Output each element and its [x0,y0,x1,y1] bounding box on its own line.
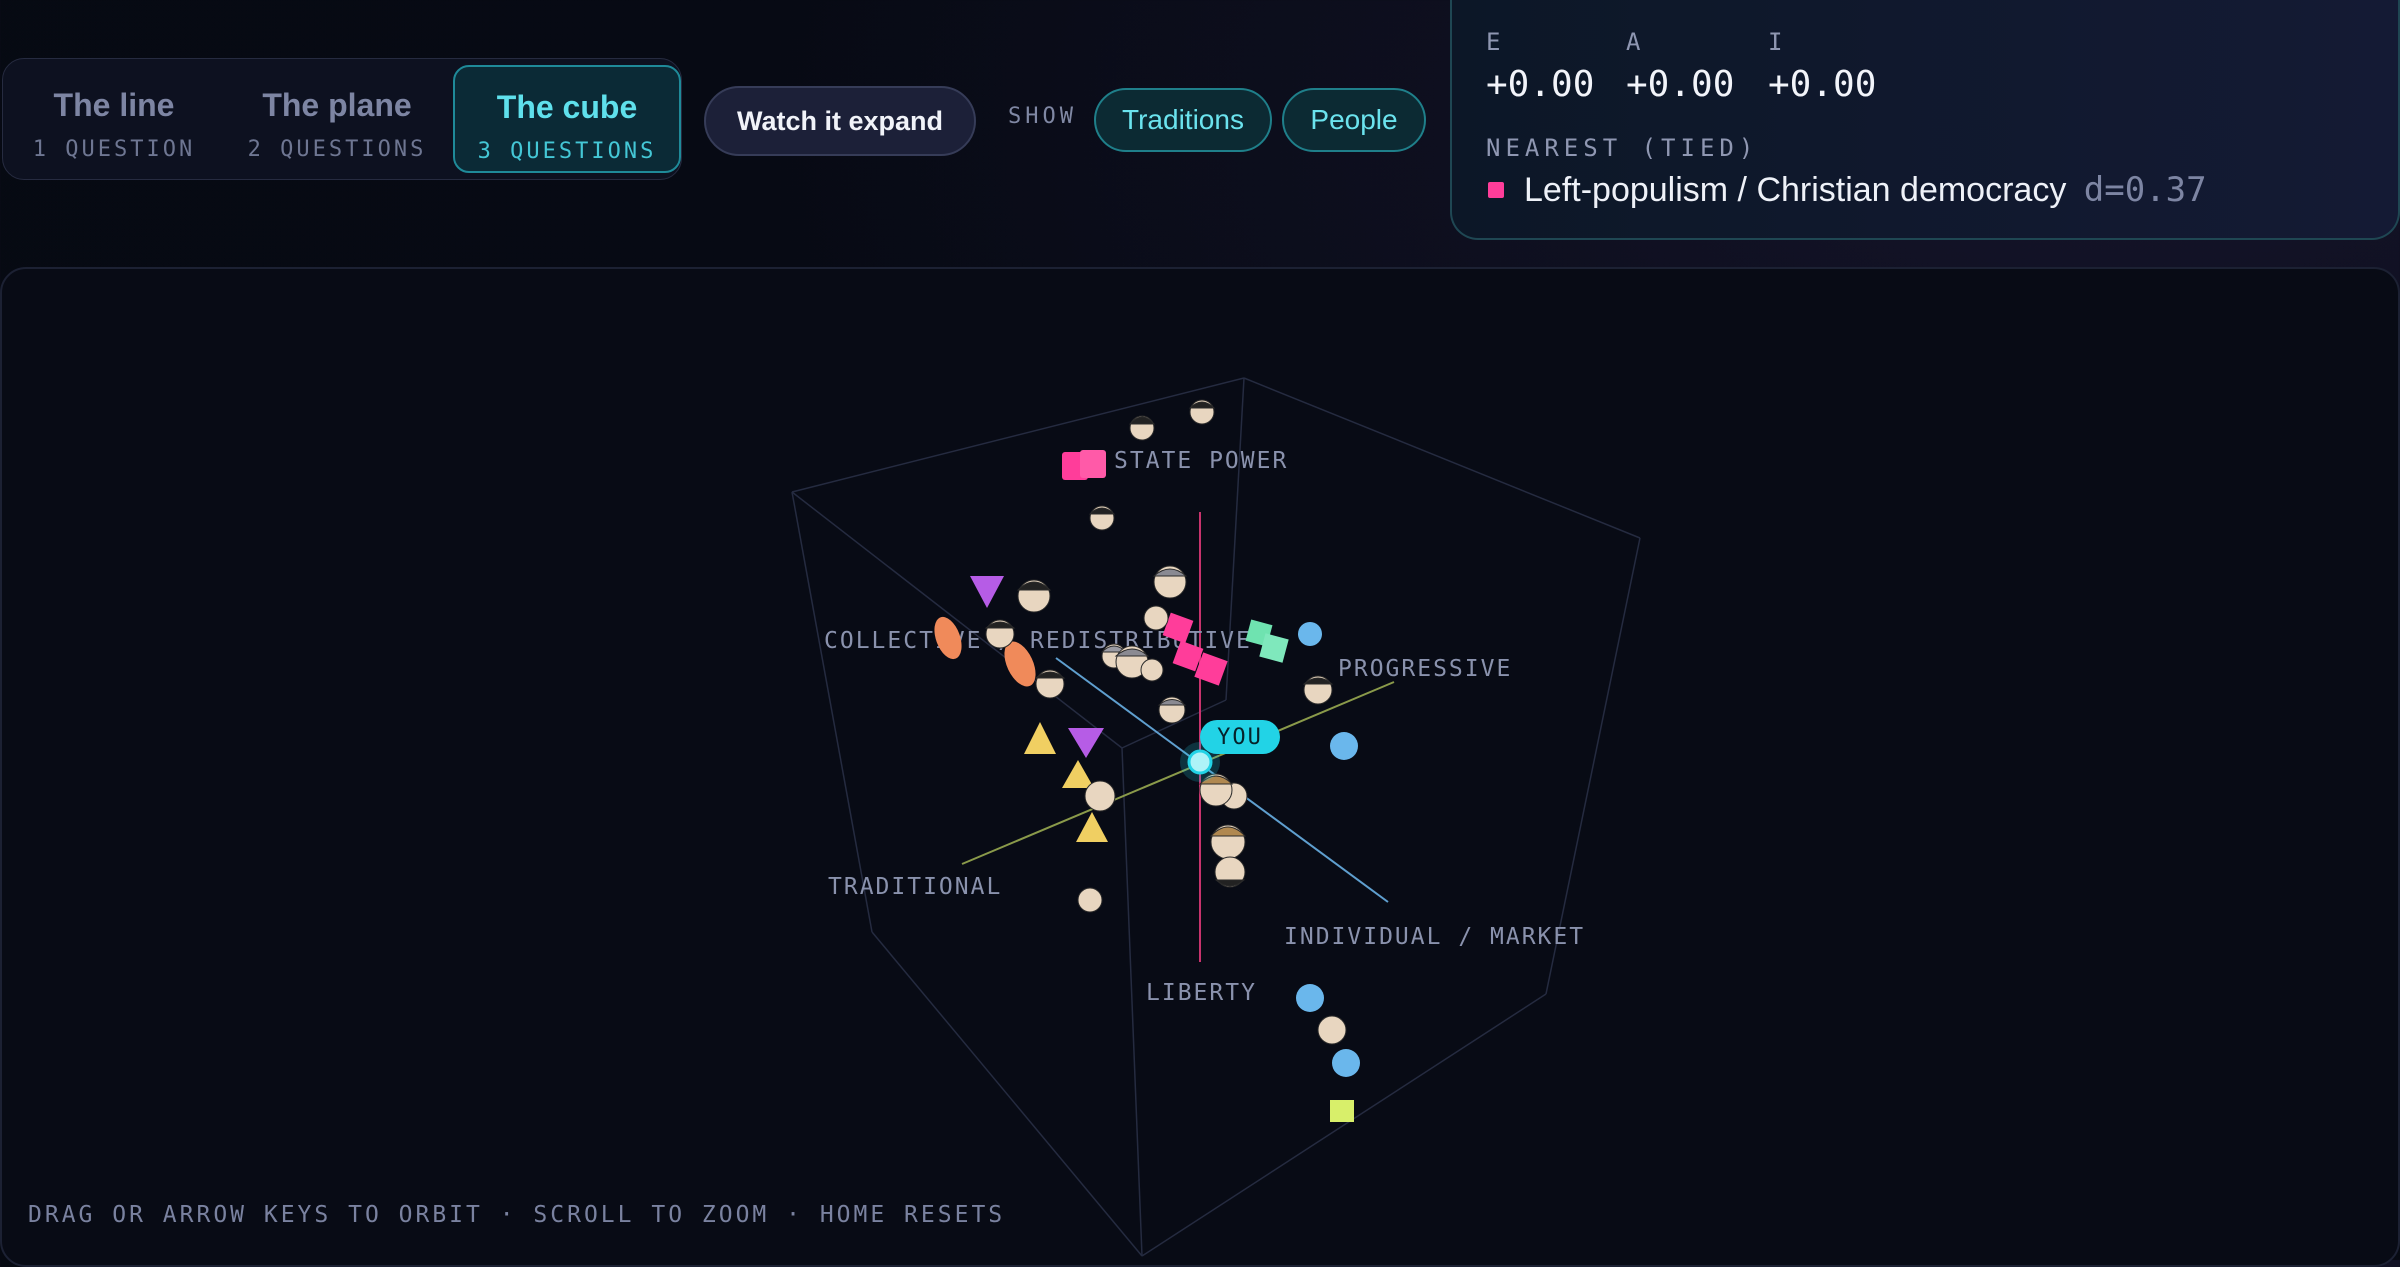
person-marker[interactable] [1084,780,1116,812]
controls-hint: DRAG OR ARROW KEYS TO ORBIT · SCROLL TO … [28,1202,1006,1228]
person-marker[interactable] [1317,1015,1347,1045]
axis-label-individual: INDIVIDUAL / MARKET [1284,924,1585,950]
axis-label-liberty: LIBERTY [1146,980,1257,1006]
person-marker[interactable] [1209,824,1247,860]
person-marker[interactable] [1214,856,1246,888]
cube-scene: STATE POWER LIBERTY COLLECTIVE / REDISTR… [791,377,1641,1257]
axis-label-progressive: PROGRESSIVE [1338,656,1512,682]
person-marker[interactable] [1034,669,1066,699]
you-marker[interactable]: YOU [1180,720,1280,782]
tradition-pyramid-marker[interactable] [1024,722,1056,754]
cube-wireframe [791,377,1641,1257]
person-marker[interactable] [1143,605,1169,631]
person-marker[interactable] [1302,675,1334,705]
tradition-sphere-marker[interactable] [1298,622,1322,646]
tradition-cube-marker[interactable] [1330,1100,1354,1122]
axis-label-traditional: TRADITIONAL [828,874,1002,900]
person-marker[interactable] [1088,505,1116,531]
tradition-cube-marker[interactable] [1080,450,1106,478]
person-marker[interactable] [1188,399,1216,425]
person-marker[interactable] [984,619,1016,649]
tradition-sphere-marker[interactable] [1332,1049,1360,1077]
person-marker[interactable] [1016,579,1052,613]
axis-label-state-power: STATE POWER [1114,448,1288,474]
person-marker[interactable] [1128,415,1156,441]
tradition-cone-marker[interactable] [970,576,1004,608]
tradition-cone-marker[interactable] [1068,728,1104,758]
person-marker[interactable] [1157,696,1187,724]
you-label: YOU [1217,725,1263,750]
person-marker[interactable] [1152,565,1188,599]
tradition-pyramid-marker[interactable] [1076,812,1108,842]
person-marker[interactable] [1077,887,1103,913]
person-marker[interactable] [1140,658,1164,682]
tradition-sphere-marker[interactable] [1296,984,1324,1012]
tradition-sphere-marker[interactable] [1330,732,1358,760]
tradition-pyramid-marker[interactable] [1062,760,1094,788]
